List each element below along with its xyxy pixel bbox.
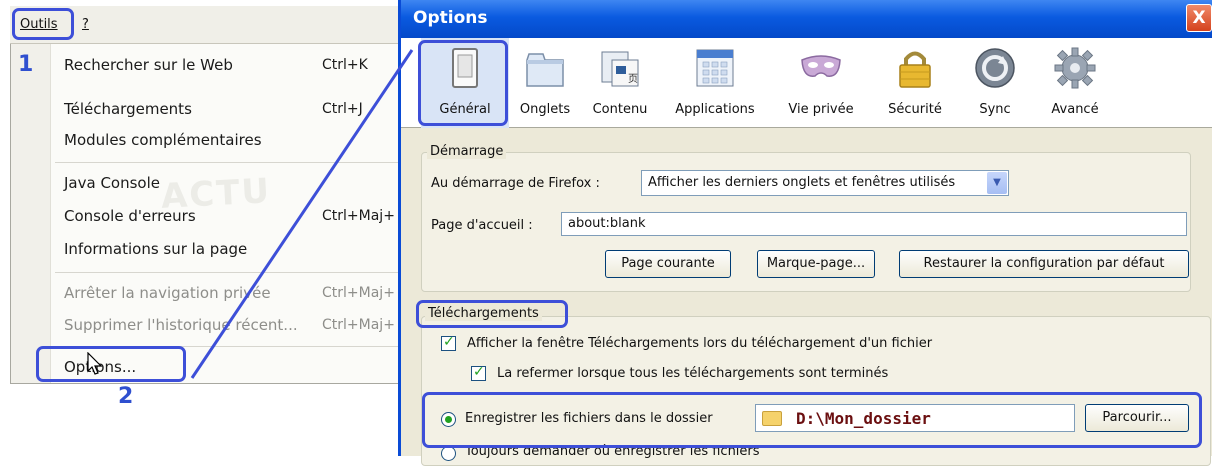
gear-icon [1054,47,1096,89]
downloads-legend: Téléchargements [425,306,542,321]
homepage-label: Page d'accueil : [431,218,533,233]
menu-bar: Outils ? [10,6,402,44]
tab-label: Vie privée [788,102,854,117]
menu-item-page-info[interactable]: Informations sur la page [64,240,247,258]
tab-onglets[interactable]: Onglets [511,38,579,128]
sync-icon [975,48,1015,88]
tab-label: Général [439,102,491,117]
download-folder-path: D:\Mon_dossier [796,409,931,428]
current-page-button[interactable]: Page courante [605,250,731,278]
chevron-down-icon[interactable]: ▼ [987,172,1007,194]
tab-avance[interactable]: Avancé [1033,38,1117,128]
always-ask-radio[interactable] [441,446,456,461]
tab-sync[interactable]: Sync [965,38,1025,128]
startup-legend: Démarrage [427,144,507,159]
startup-select-value: Afficher les derniers onglets et fenêtre… [648,175,956,190]
mask-icon [801,55,841,77]
homepage-input[interactable]: about:blank [561,212,1187,236]
content-icon: 页 [601,51,639,87]
show-downloads-label: Afficher la fenêtre Téléchargements lors… [467,336,933,351]
tab-label: Avancé [1051,102,1099,117]
tab-securite[interactable]: Sécurité [873,38,957,128]
menu-item-downloads[interactable]: Téléchargements [64,100,192,118]
restore-default-button[interactable]: Restaurer la configuration par défaut [899,250,1189,278]
dialog-title: Options [413,8,488,28]
menu-help[interactable]: ? [82,17,89,32]
tabs-icon [526,53,564,87]
save-to-folder-radio[interactable] [441,412,456,427]
tab-applications[interactable]: Applications [663,38,767,128]
applications-icon [696,49,734,87]
download-folder-field[interactable]: D:\Mon_dossier [755,404,1075,432]
menu-item-options[interactable]: Options... [64,358,136,376]
shortcut-search-web: Ctrl+K [322,57,368,73]
tab-label: Sécurité [888,102,942,117]
tab-label: Sync [979,102,1011,117]
tab-general[interactable]: Général [421,38,509,128]
options-toolbar: Général Onglets 页 Contenu Applications V… [401,38,1212,128]
folder-icon [762,411,782,426]
dialog-titlebar[interactable]: Options X [401,0,1212,38]
step-number-1: 1 [18,52,34,77]
shortcut-stop-private: Ctrl+Maj+ [322,285,395,301]
shortcut-clear-history: Ctrl+Maj+ [322,317,395,333]
menu-item-clear-history[interactable]: Supprimer l'historique récent... [64,316,298,334]
menu-item-stop-private[interactable]: Arrêter la navigation privée [64,284,271,302]
shortcut-downloads: Ctrl+J [322,101,363,117]
tab-label: Onglets [519,102,571,117]
close-when-done-checkbox[interactable]: ✓ [471,364,486,381]
menu-item-search-web[interactable]: Rechercher sur le Web [64,56,233,74]
tab-label: Applications [675,102,755,117]
close-when-done-label: La refermer lorsque tous les téléchargem… [497,366,889,381]
menu-separator [55,272,400,273]
menu-separator [55,162,400,163]
tools-dropdown-menu: ACTU Rechercher sur le Web Ctrl+K Téléch… [10,44,402,384]
browse-button[interactable]: Parcourir... [1085,404,1189,432]
options-dialog: Options X Général Onglets 页 Contenu Appl… [398,0,1212,466]
padlock-icon [899,51,931,88]
close-icon: X [1192,8,1206,28]
step-number-2: 2 [118,384,134,409]
bookmark-button[interactable]: Marque-page... [757,250,875,278]
close-button[interactable]: X [1186,4,1212,32]
show-downloads-checkbox[interactable]: ✓ [441,334,456,351]
menu-outils[interactable]: Outils [20,17,58,32]
switch-icon [452,48,478,88]
menu-item-addons[interactable]: Modules complémentaires [64,131,262,149]
svg-text:页: 页 [628,73,638,85]
save-to-folder-label: Enregistrer les fichiers dans le dossier [465,411,713,426]
menu-item-error-console[interactable]: Console d'erreurs [64,207,196,225]
tab-vie-privee[interactable]: Vie privée [773,38,869,128]
menu-item-java-console[interactable]: Java Console [64,174,160,192]
menu-separator [55,346,400,347]
tab-contenu[interactable]: 页 Contenu [581,38,659,128]
menu-gutter [11,44,51,383]
always-ask-label: Toujours demander où enregistrer les fic… [465,444,760,459]
startup-label: Au démarrage de Firefox : [431,176,600,191]
tab-label: Contenu [592,102,648,117]
shortcut-error-console: Ctrl+Maj+ [322,208,395,224]
startup-select[interactable]: Afficher les derniers onglets et fenêtre… [641,170,1009,196]
